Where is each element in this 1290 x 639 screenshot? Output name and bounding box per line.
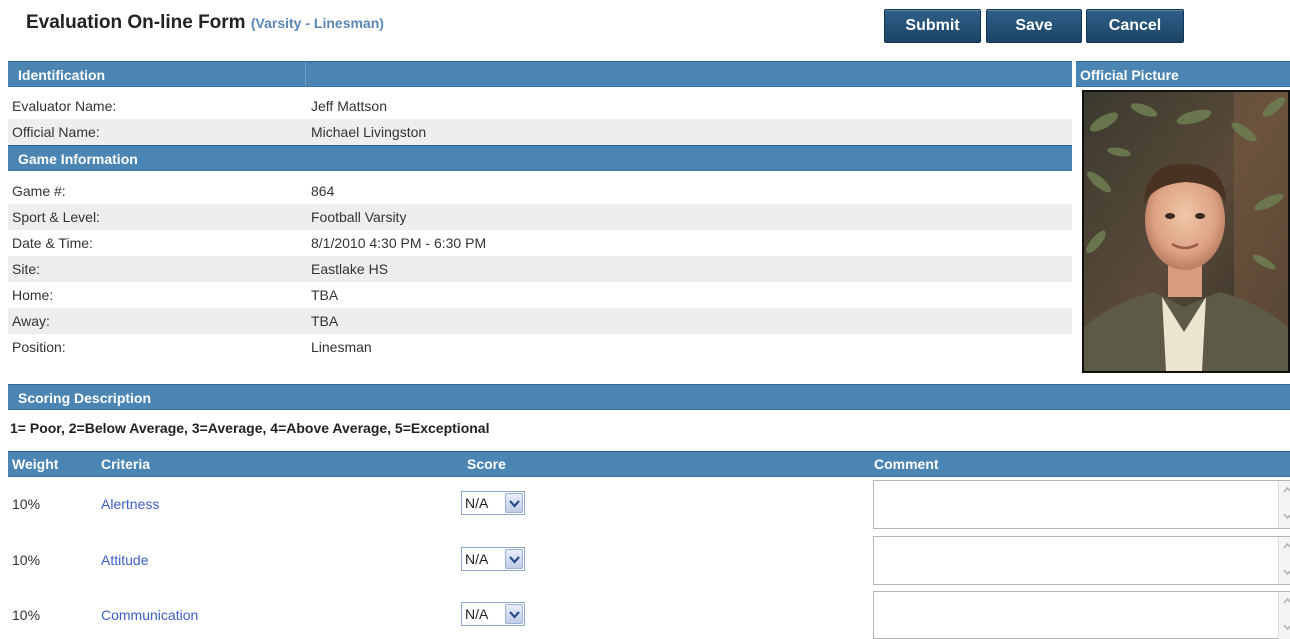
scoring-description-section-header: Scoring Description — [8, 384, 1290, 410]
comment-textarea-attitude[interactable] — [873, 536, 1290, 585]
info-label: Site: — [12, 261, 41, 277]
score-select-communication[interactable]: N/A — [461, 602, 525, 626]
textarea-scrollbar[interactable] — [1278, 481, 1290, 528]
chevron-down-icon[interactable] — [505, 493, 523, 513]
info-value: Michael Livingston — [311, 124, 427, 140]
info-value: Linesman — [311, 339, 372, 355]
subtitle-position: Linesman — [313, 15, 380, 31]
info-value: Jeff Mattson — [311, 98, 388, 114]
info-value: TBA — [311, 287, 339, 303]
info-label: Away: — [12, 313, 50, 329]
section-divider — [305, 62, 306, 86]
criteria-row-alertness: 10% Alertness N/A — [8, 478, 1290, 530]
info-row-official-name: Official Name: Michael Livingston — [8, 119, 1072, 145]
scroll-up-arrow-icon[interactable] — [1283, 487, 1290, 493]
info-label: Evaluator Name: — [12, 98, 117, 114]
comment-textarea-alertness[interactable] — [873, 480, 1290, 529]
score-select-attitude[interactable]: N/A — [461, 547, 525, 571]
info-value: 8/1/2010 4:30 PM - 6:30 PM — [311, 235, 487, 251]
identification-section-title: Identification — [18, 67, 106, 83]
info-label: Sport & Level: — [12, 209, 100, 225]
game-information-section-header: Game Information — [8, 145, 1072, 171]
info-value: Eastlake HS — [311, 261, 389, 277]
cancel-button[interactable]: Cancel — [1086, 9, 1184, 43]
score-select-alertness[interactable]: N/A — [461, 491, 525, 515]
column-header-comment: Comment — [874, 456, 939, 472]
info-value: 864 — [311, 183, 335, 199]
info-label: Home: — [12, 287, 54, 303]
info-label: Position: — [12, 339, 66, 355]
score-select-value: N/A — [465, 551, 489, 567]
comment-textarea-communication[interactable] — [873, 591, 1290, 639]
criteria-table-header: Weight Criteria Score Comment — [8, 451, 1290, 477]
info-row-evaluator-name: Evaluator Name: Jeff Mattson — [8, 93, 1072, 119]
subtitle-sport-level: Varsity — [255, 15, 302, 31]
criteria-row-attitude: 10% Attitude N/A — [8, 534, 1290, 586]
criteria-row-communication: 10% Communication N/A — [8, 589, 1290, 639]
official-picture-section-header: Official Picture — [1076, 61, 1290, 87]
chevron-down-icon[interactable] — [505, 549, 523, 569]
info-row-sport-level: Sport & Level: Football Varsity — [8, 204, 1072, 230]
column-header-score: Score — [467, 456, 506, 472]
scroll-up-arrow-icon[interactable] — [1283, 543, 1290, 549]
info-row-date-time: Date & Time: 8/1/2010 4:30 PM - 6:30 PM — [8, 230, 1072, 256]
column-header-weight: Weight — [12, 456, 59, 472]
info-row-home: Home: TBA — [8, 282, 1072, 308]
chevron-down-icon[interactable] — [505, 604, 523, 624]
criteria-link-attitude[interactable]: Attitude — [101, 534, 148, 586]
info-row-site: Site: Eastlake HS — [8, 256, 1072, 282]
form-subtitle: (Varsity - Linesman) — [251, 15, 384, 31]
form-title: Evaluation On-line Form — [26, 12, 246, 33]
criteria-link-communication[interactable]: Communication — [101, 589, 198, 639]
scroll-down-arrow-icon[interactable] — [1283, 624, 1290, 630]
info-value: Football Varsity — [311, 209, 407, 225]
subtitle-separator: - — [301, 15, 314, 31]
subtitle-close-paren: ) — [379, 15, 384, 31]
criteria-weight: 10% — [12, 496, 41, 512]
info-row-position: Position: Linesman — [8, 334, 1072, 360]
identification-section-header: Identification — [8, 61, 1072, 87]
info-row-away: Away: TBA — [8, 308, 1072, 334]
official-picture-section-title: Official Picture — [1080, 67, 1179, 83]
column-header-criteria: Criteria — [101, 456, 151, 472]
textarea-scrollbar[interactable] — [1278, 537, 1290, 584]
scroll-up-arrow-icon[interactable] — [1283, 598, 1290, 604]
criteria-weight: 10% — [12, 607, 41, 623]
info-label: Game #: — [12, 183, 66, 199]
save-button[interactable]: Save — [986, 9, 1082, 43]
criteria-weight: 10% — [12, 552, 41, 568]
scroll-down-arrow-icon[interactable] — [1283, 513, 1290, 519]
info-row-game-number: Game #: 864 — [8, 178, 1072, 204]
scoring-legend: 1= Poor, 2=Below Average, 3=Average, 4=A… — [10, 420, 490, 436]
title-row: Evaluation On-line Form (Varsity - Lines… — [0, 0, 1290, 56]
textarea-scrollbar[interactable] — [1278, 592, 1290, 639]
criteria-link-alertness[interactable]: Alertness — [101, 478, 159, 530]
page-title: Evaluation On-line Form (Varsity - Lines… — [26, 12, 384, 34]
official-photo — [1082, 90, 1290, 373]
game-information-section-title: Game Information — [18, 151, 138, 167]
info-value: TBA — [311, 313, 339, 329]
scoring-description-section-title: Scoring Description — [18, 390, 152, 406]
info-label: Date & Time: — [12, 235, 93, 251]
score-select-value: N/A — [465, 606, 489, 622]
info-label: Official Name: — [12, 124, 100, 140]
submit-button[interactable]: Submit — [884, 9, 981, 43]
scroll-down-arrow-icon[interactable] — [1283, 569, 1290, 575]
score-select-value: N/A — [465, 495, 489, 511]
